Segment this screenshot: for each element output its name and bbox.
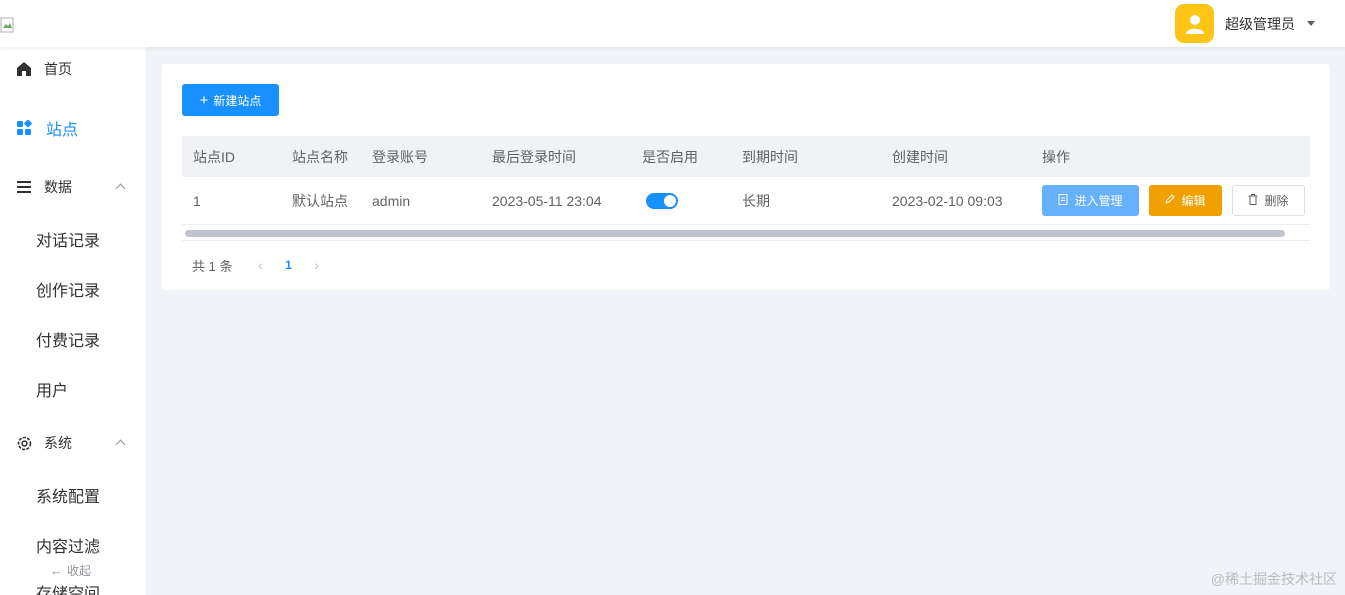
pencil-icon: [1165, 194, 1176, 207]
last-login-time: 2023-05-11 23:04: [492, 192, 602, 209]
user-dropdown[interactable]: 超级管理员: [1175, 4, 1315, 43]
top-header: 超级管理员: [0, 0, 1345, 47]
sidebar-subitem-creation-records[interactable]: 创作记录: [0, 264, 146, 314]
column-header[interactable]: 站点名称: [292, 136, 348, 177]
grid-icon: [15, 119, 33, 137]
sidebar-item-home[interactable]: 首页: [0, 47, 146, 94]
sidebar-subitem-system-config[interactable]: 系统配置: [0, 470, 146, 520]
site-name: 默认站点: [292, 192, 348, 209]
document-icon: [1058, 193, 1068, 208]
sidebar: 首页 站点 数据 对话记录 创作记录 付费记录 用户 系统 系统配置 内容过滤 …: [0, 47, 146, 595]
new-site-button[interactable]: + 新建站点: [182, 84, 279, 116]
chevron-left-icon[interactable]: ‹: [250, 257, 270, 273]
scrollbar-thumb[interactable]: [185, 230, 1285, 237]
column-header[interactable]: 操作: [1042, 136, 1070, 177]
sites-card: + 新建站点 站点ID 站点名称 登录账号 最后登录时间 是否启用 到期时间 创…: [162, 64, 1330, 290]
column-header[interactable]: 是否启用: [642, 136, 698, 177]
user-icon: [1185, 14, 1204, 34]
sidebar-item-system[interactable]: 系统: [0, 418, 146, 468]
broken-image-icon: [0, 17, 14, 33]
chevron-up-icon: [115, 439, 126, 450]
collapse-sidebar-button[interactable]: ← 收起: [50, 562, 92, 579]
watermark: @稀土掘金技术社区: [1210, 571, 1337, 587]
sidebar-subitem-payment-records[interactable]: 付费记录: [0, 314, 146, 364]
sidebar-item-sites[interactable]: 站点: [0, 103, 146, 153]
enter-management-button[interactable]: 进入管理: [1042, 185, 1139, 216]
sidebar-item-label: 首页: [44, 61, 72, 77]
menu-icon: [15, 178, 33, 196]
page-number[interactable]: 1: [270, 258, 306, 272]
column-header[interactable]: 站点ID: [193, 136, 235, 177]
expire-time: 长期: [742, 192, 770, 209]
login-account: admin: [372, 192, 411, 209]
column-header[interactable]: 创建时间: [892, 136, 948, 177]
trash-icon: [1248, 193, 1258, 208]
pagination-total: 共 1 条: [192, 258, 233, 274]
gear-icon: [15, 434, 33, 452]
delete-button[interactable]: 删除: [1232, 185, 1305, 216]
column-header[interactable]: 到期时间: [742, 136, 798, 177]
created-time: 2023-02-10 09:03: [892, 192, 1003, 209]
table-row: 1 默认站点 admin 2023-05-11 23:04 长期 2023-02…: [182, 177, 1310, 225]
plus-icon: +: [199, 91, 209, 109]
sidebar-item-label: 数据: [44, 179, 72, 195]
column-header[interactable]: 最后登录时间: [492, 136, 576, 177]
chevron-up-icon: [115, 183, 126, 194]
sidebar-item-data[interactable]: 数据: [0, 162, 146, 212]
username[interactable]: 超级管理员: [1225, 14, 1295, 34]
column-header[interactable]: 登录账号: [372, 136, 428, 177]
pagination: 共 1 条 ‹ 1 ›: [192, 254, 326, 276]
sidebar-subitem-chat-records[interactable]: 对话记录: [0, 214, 146, 264]
home-icon: [15, 60, 33, 78]
horizontal-scrollbar[interactable]: [182, 225, 1310, 241]
caret-down-icon[interactable]: [1307, 21, 1315, 26]
enabled-toggle[interactable]: [646, 192, 678, 209]
sidebar-item-label: 站点: [46, 122, 79, 139]
sidebar-subitem-users[interactable]: 用户: [0, 364, 146, 414]
toggle-knob: [664, 194, 676, 207]
avatar[interactable]: [1175, 4, 1214, 43]
table-header: 站点ID 站点名称 登录账号 最后登录时间 是否启用 到期时间 创建时间 操作: [182, 136, 1310, 177]
enabled-cell: [646, 177, 678, 224]
edit-button[interactable]: 编辑: [1149, 185, 1222, 216]
site-id: 1: [193, 192, 201, 209]
sidebar-item-label: 系统: [44, 435, 72, 451]
chevron-right-icon[interactable]: ›: [306, 257, 326, 273]
arrow-left-icon: ←: [50, 563, 63, 578]
